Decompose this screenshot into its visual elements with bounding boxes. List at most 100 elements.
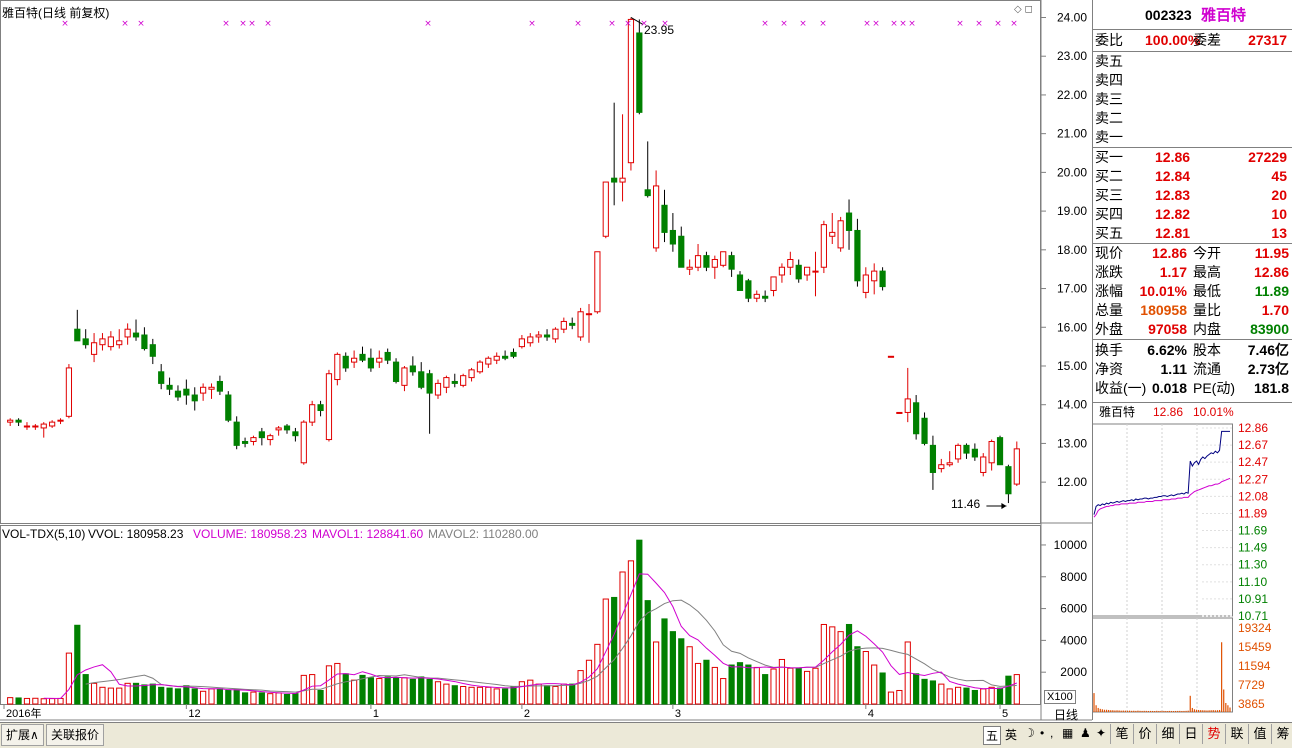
ime-tools-icon[interactable]: ✦ [1096,726,1106,740]
volume-bar [367,677,374,705]
right-tab[interactable]: 价 [1133,724,1156,744]
buy-label: 买一 [1095,149,1123,165]
ime-wubi-icon[interactable]: 五 [983,726,1002,745]
event-marker: × [994,19,1002,29]
candle-body [510,351,517,357]
volume-bar [560,683,567,705]
volume-bar [325,665,333,705]
volume-bar [946,688,953,705]
volume-bar [585,659,593,705]
volume-bar [854,646,861,705]
candle-body [283,425,291,431]
fundamental-row: 换手 6.62% 股本 7.46亿 [1093,341,1292,360]
candle-body [904,398,911,413]
fund-value: 0.018 [1151,380,1187,396]
volume-bar [963,687,970,705]
mini-price-label: 12.47 [1238,455,1268,469]
candle-body [1005,466,1012,495]
stat-value: 83900 [1250,321,1289,337]
candle-body [476,361,484,373]
candle-body [627,18,635,164]
candle-body [678,235,685,268]
ime-moon-icon[interactable]: ☽ [1024,726,1035,740]
stat-value: 12.86 [1253,264,1289,280]
candle-body [367,357,374,369]
buy-volume: 27229 [1248,149,1287,165]
price-tick-label: 19.00 [1057,204,1087,218]
stat-value: 180958 [1140,302,1187,318]
ime-dot-icon[interactable]: • [1040,726,1044,740]
mini-volume-frame [1092,617,1233,713]
volume-bar [510,686,517,705]
low-arrow-head [1001,503,1007,510]
ime-keyboard-icon[interactable]: ▦ [1062,726,1073,740]
expand-tab[interactable]: 扩展∧ [1,724,44,746]
ime-person-icon[interactable]: ♟ [1080,726,1091,740]
price-tick-label: 22.00 [1057,88,1087,102]
volume-bar [241,692,249,705]
volume-bar [577,670,584,705]
mini-price-label: 11.10 [1238,575,1267,589]
candle-body [795,264,802,280]
related-quotes-tab[interactable]: 关联报价 [46,724,105,746]
candle-body [896,411,903,414]
candle-body [753,293,760,299]
volume-bar [845,623,853,705]
kline-frame [0,0,1041,524]
buy-row: 买二 12.84 45 [1093,167,1292,186]
chart-options-icon[interactable]: ◇ ◻ [1014,4,1033,15]
buy-label: 买三 [1095,187,1123,203]
buy-row: 买三 12.83 20 [1093,186,1292,205]
volume-bar [929,680,937,705]
candle-body [778,266,786,276]
buy-volume: 45 [1271,168,1287,184]
weibi-row: 委比 100.00% 委差 27317 [1095,32,1287,48]
right-tab[interactable]: 势 [1202,724,1225,744]
volume-bar [434,681,442,705]
candle-body [736,274,744,291]
buy-price: 12.81 [1155,225,1191,241]
volume-unit-badge[interactable]: X100 [1044,690,1076,704]
candle-body [241,440,249,444]
volume-bar [275,692,282,705]
candle-body [762,295,769,299]
date-tick-label: 3 [675,708,681,720]
volume-bar [90,682,98,705]
volume-bar [116,687,123,705]
volume-bar [74,624,81,705]
intraday-mini-chart[interactable]: 12.86 12.67 12.47 12.27 12.08 11.89 11.69 11.49… [1092,420,1292,720]
candle-body [208,386,215,390]
ime-english-icon[interactable]: 英 [1005,726,1017,743]
volume-bar [107,687,114,705]
right-tab[interactable]: 值 [1248,724,1271,744]
date-tick-label: 1 [373,708,379,720]
right-tab[interactable]: 细 [1156,724,1179,744]
event-marker: × [222,19,230,29]
volume-bar [569,683,576,705]
fund-value: 1.11 [1160,361,1187,377]
sell-label: 卖五 [1095,53,1123,69]
candle-body [720,251,727,266]
event-marker: × [872,19,880,29]
event-marker: × [799,19,807,29]
period-label[interactable]: 日线 [1054,706,1078,723]
candle-body [728,255,735,270]
candle-body [787,259,794,268]
candle-body [233,421,240,446]
volume-bar [32,697,39,705]
candle-body [535,334,542,338]
volume-bar [149,683,156,705]
candle-body [686,266,693,270]
volume-bar [460,686,467,705]
right-tab[interactable]: 笔 [1110,724,1133,744]
volume-bar [787,667,794,705]
volume-bar [141,684,148,705]
volume-tick-label: 2000 [1060,665,1087,679]
candle-body [191,394,198,402]
volume-tick-label: 8000 [1060,570,1087,584]
candle-body [317,404,324,412]
right-tab[interactable]: 筹 [1271,724,1292,744]
right-tab[interactable]: 日 [1179,724,1202,744]
right-tab[interactable]: 联 [1225,724,1248,744]
ime-comma-icon[interactable]: , [1050,726,1053,740]
